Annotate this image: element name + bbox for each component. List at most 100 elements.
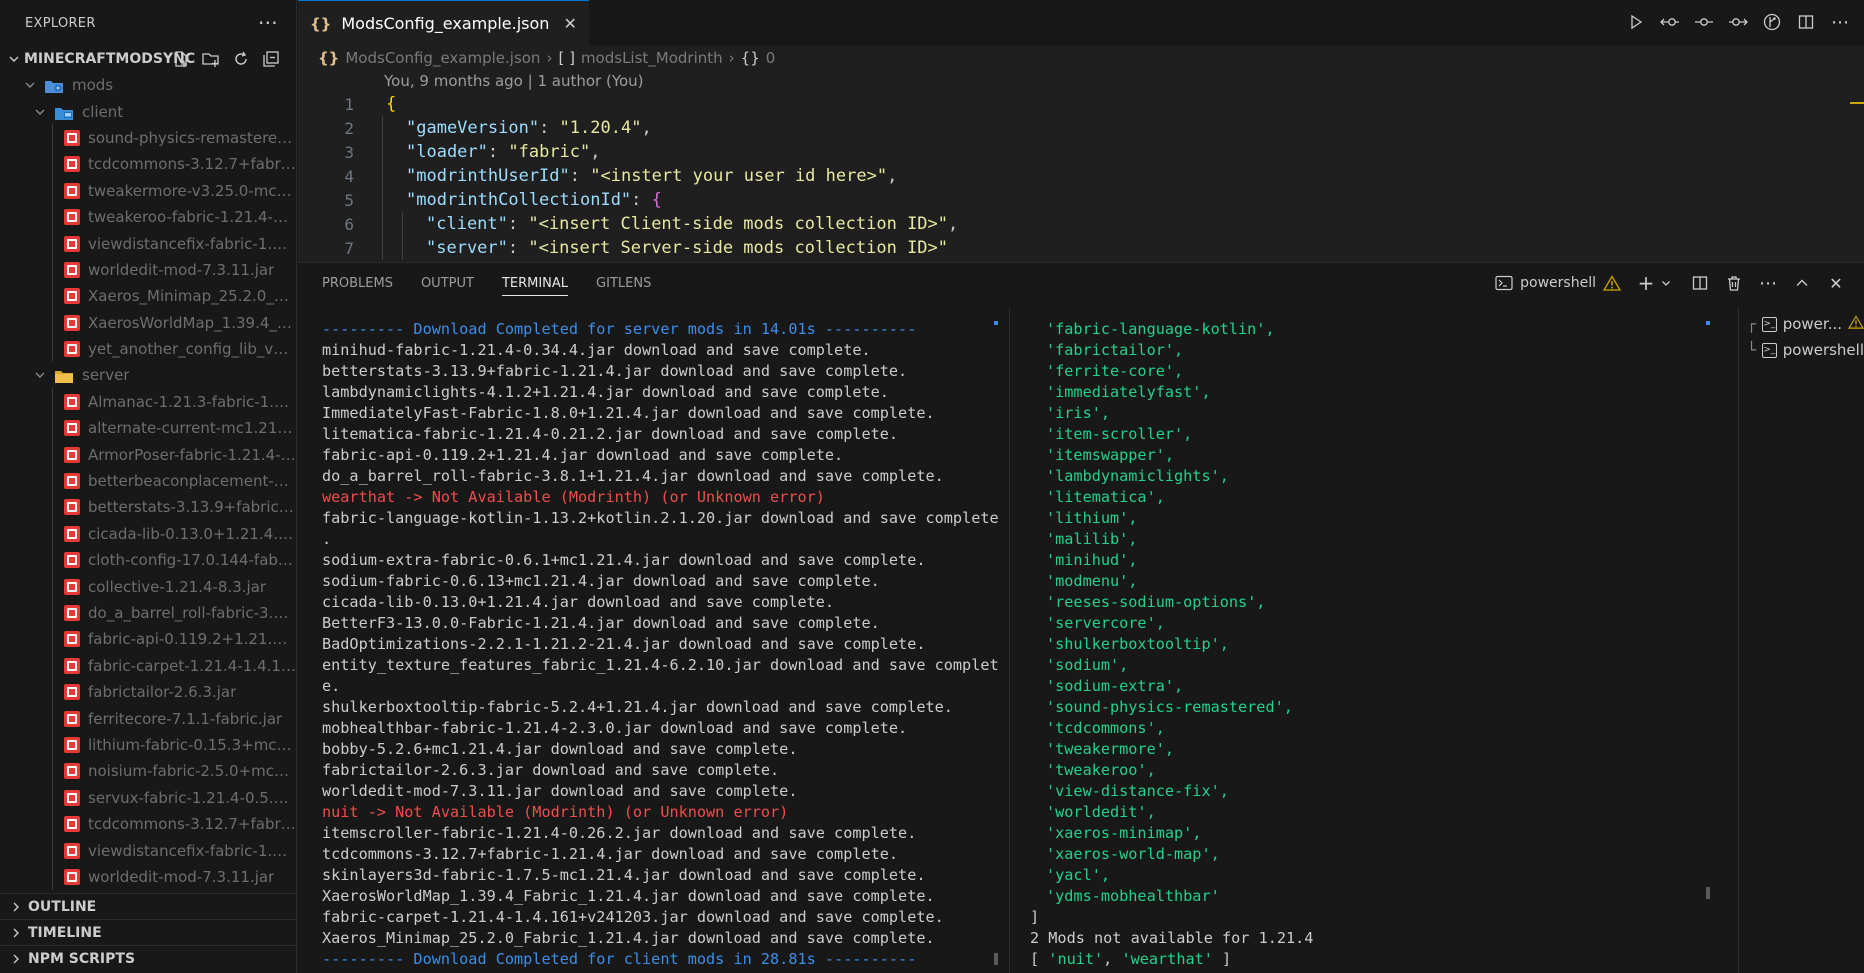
file-item[interactable]: worldedit-mod-7.3.11.jar <box>0 257 296 283</box>
close-icon[interactable]: ✕ <box>563 14 576 33</box>
scrollbar-thumb[interactable] <box>1706 887 1710 899</box>
file-item[interactable]: sound-physics-remastered-f... <box>0 125 296 151</box>
file-item[interactable]: alternate-current-mc1.21.2-... <box>0 415 296 441</box>
terminal-shell-label[interactable]: powershell <box>1520 275 1596 291</box>
folder-server[interactable]: server <box>0 362 296 388</box>
file-label: cicada-lib-0.13.0+1.21.4.jar <box>88 524 296 543</box>
json-key: "modrinthUserId" <box>406 166 570 186</box>
file-item[interactable]: betterbeaconplacement-1.2... <box>0 468 296 494</box>
terminal-output-left[interactable]: --------- Download Completed for server … <box>322 319 1012 970</box>
file-item[interactable]: tweakeroo-fabric-1.21.4-0.2... <box>0 204 296 230</box>
code-line: 3 "loader": "fabric", <box>298 140 1864 164</box>
file-item[interactable]: noisium-fabric-2.5.0+mc1.21.... <box>0 758 296 784</box>
new-terminal-icon[interactable]: + <box>1636 271 1656 295</box>
tab-terminal[interactable]: TERMINAL <box>501 276 569 296</box>
more-actions-icon[interactable]: ⋯ <box>1758 273 1778 294</box>
terminal-line: entity_texture_features_fabric_1.21.4-6.… <box>322 656 999 674</box>
file-item[interactable]: betterstats-3.13.9+fabric-1.2... <box>0 494 296 520</box>
terminal-output-right[interactable]: 'fabric-language-kotlin', 'fabrictailor',… <box>1030 319 1590 970</box>
section-outline[interactable]: OUTLINE <box>0 893 296 919</box>
code-line: 5 "modrinthCollectionId": { <box>298 188 1864 212</box>
file-label: betterbeaconplacement-1.2... <box>88 472 296 491</box>
file-label: tweakermore-v3.25.0-mc1.2... <box>88 181 296 200</box>
folder-client[interactable]: client <box>0 98 296 124</box>
file-label: alternate-current-mc1.21.2-... <box>88 419 296 438</box>
terminal-split-divider[interactable] <box>1009 307 1010 973</box>
file-item[interactable]: Xaeros_Minimap_25.2.0_Fabr... <box>0 283 296 309</box>
terminal-line: shulkerboxtooltip-fabric-5.2.4+1.21.4.ja… <box>322 698 953 716</box>
file-item[interactable]: Almanac-1.21.3-fabric-1.4.4.j... <box>0 389 296 415</box>
jar-file-icon <box>64 578 80 595</box>
chevron-right-icon: › <box>546 49 553 67</box>
file-item[interactable]: tcdcommons-3.12.7+fabric-... <box>0 151 296 177</box>
terminal-instance-2[interactable]: └ >_ powershell <box>1739 337 1864 363</box>
split-terminal-icon[interactable] <box>1690 273 1710 293</box>
workspace-root[interactable]: MINECRAFTMODSYNC <box>0 46 296 72</box>
jar-file-icon <box>64 341 80 358</box>
split-editor-icon[interactable] <box>1796 12 1816 32</box>
file-item[interactable]: lithium-fabric-0.15.3+mc1.2... <box>0 732 296 758</box>
close-panel-icon[interactable]: ✕ <box>1826 273 1846 293</box>
file-item[interactable]: ferritecore-7.1.1-fabric.jar <box>0 705 296 731</box>
tab-gitlens[interactable]: GITLENS <box>596 276 651 291</box>
file-item[interactable]: XaerosWorldMap_1.39.4_Fab... <box>0 310 296 336</box>
file-item[interactable]: worldedit-mod-7.3.11.jar <box>0 864 296 890</box>
more-actions-icon[interactable]: ⋯ <box>258 10 278 34</box>
terminal-line: 'yacl', <box>1046 866 1111 884</box>
gitlens-icon[interactable] <box>1762 12 1782 32</box>
breadcrumb-node-modslist[interactable]: modsList_Modrinth <box>581 49 723 67</box>
section-timeline[interactable]: TIMELINE <box>0 919 296 945</box>
breadcrumb-file[interactable]: ModsConfig_example.json <box>345 49 540 67</box>
section-npm-scripts[interactable]: NPM SCRIPTS <box>0 945 296 971</box>
tab-problems[interactable]: PROBLEMS <box>322 276 393 291</box>
chevron-down-icon <box>6 51 22 67</box>
file-item[interactable]: fabrictailor-2.6.3.jar <box>0 679 296 705</box>
indent-guide <box>52 388 53 890</box>
maximize-panel-icon[interactable] <box>1792 273 1812 293</box>
more-actions-icon[interactable]: ⋯ <box>1830 12 1850 33</box>
file-item[interactable]: tweakermore-v3.25.0-mc1.2... <box>0 178 296 204</box>
git-blame-annotation[interactable]: You, 9 months ago | 1 author (You) <box>298 70 1864 92</box>
terminal-line: 'tcdcommons', <box>1046 719 1165 737</box>
trash-icon[interactable] <box>1724 273 1744 293</box>
file-item[interactable]: fabric-carpet-1.21.4-1.4.161.... <box>0 653 296 679</box>
terminal-line: wearthat -> Not Available (Modrinth) (or… <box>322 488 825 506</box>
tab-modsconfig-example[interactable]: {} ModsConfig_example.json ✕ <box>298 0 589 46</box>
file-item[interactable]: cicada-lib-0.13.0+1.21.4.jar <box>0 521 296 547</box>
git-previous-icon[interactable] <box>1660 12 1680 32</box>
chevron-down-icon[interactable] <box>1656 273 1676 293</box>
terminal-instance-1[interactable]: ┌ >_ power... <box>1739 311 1864 337</box>
file-item[interactable]: viewdistancefix-fabric-1.21.4... <box>0 837 296 863</box>
breadcrumb-node-index[interactable]: 0 <box>766 49 776 67</box>
json-key: "server" <box>426 238 508 258</box>
jar-file-icon <box>64 868 80 885</box>
code-line: 4 "modrinthUserId": "<instert your user … <box>298 164 1864 188</box>
file-item[interactable]: do_a_barrel_roll-fabric-3.8.1... <box>0 600 296 626</box>
file-item[interactable]: fabric-api-0.119.2+1.21.4.jar <box>0 626 296 652</box>
code-view[interactable]: 1 { 2 "gameVersion": "1.20.4", 3 "loader… <box>298 92 1864 260</box>
refresh-icon[interactable] <box>232 50 250 68</box>
new-folder-icon[interactable] <box>202 50 220 68</box>
file-item[interactable]: tcdcommons-3.12.7+fabric-... <box>0 811 296 837</box>
git-commit-icon[interactable] <box>1694 12 1714 32</box>
collapse-all-icon[interactable] <box>262 50 280 68</box>
folder-client-icon <box>54 105 74 120</box>
run-icon[interactable] <box>1626 12 1646 32</box>
file-item[interactable]: cloth-config-17.0.144-fabric... <box>0 547 296 573</box>
json-key: "modrinthCollectionId" <box>406 190 632 210</box>
file-item[interactable]: servux-fabric-1.21.4-0.5.2.jar <box>0 785 296 811</box>
file-item[interactable]: ArmorPoser-fabric-1.21.4-8.... <box>0 441 296 467</box>
file-item[interactable]: yet_another_config_lib_v3-3.... <box>0 336 296 362</box>
file-item[interactable]: viewdistancefix-fabric-1.21.4... <box>0 230 296 256</box>
git-next-icon[interactable] <box>1728 12 1748 32</box>
jar-file-icon <box>64 235 80 252</box>
folder-mods[interactable]: mods <box>0 72 296 98</box>
terminal-line: 'malilib', <box>1046 530 1138 548</box>
terminal-line: . <box>322 530 332 548</box>
scrollbar-thumb[interactable] <box>994 953 998 965</box>
tab-output[interactable]: OUTPUT <box>421 276 474 291</box>
terminal-line: 'xaeros-minimap', <box>1046 824 1202 842</box>
file-item[interactable]: collective-1.21.4-8.3.jar <box>0 573 296 599</box>
new-file-icon[interactable] <box>172 50 190 68</box>
code-text: "server": "<insert Server-side mods coll… <box>426 238 949 258</box>
